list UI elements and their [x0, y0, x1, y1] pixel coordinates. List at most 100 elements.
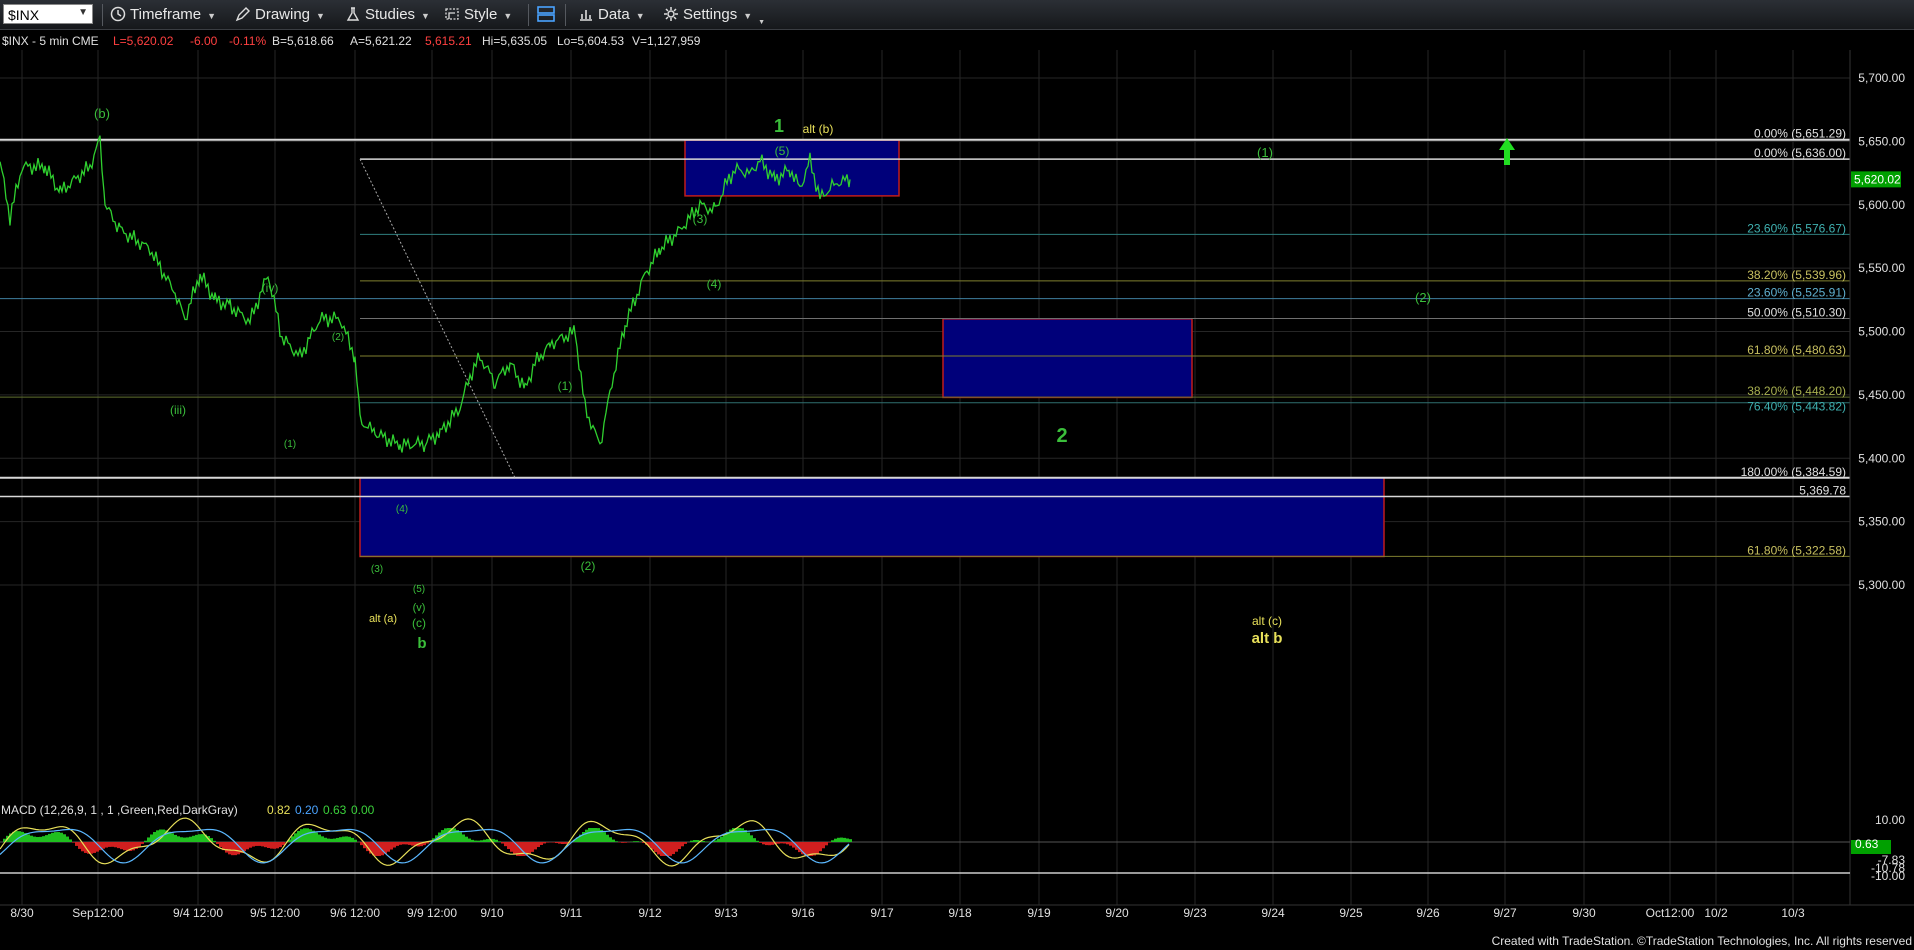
wave-label: (2) [1415, 290, 1431, 305]
macd-histogram-bar [261, 842, 264, 847]
ask-price: A=5,621.22 [350, 34, 412, 48]
fib-label: 0.00% (5,651.29) [1754, 127, 1846, 141]
macd-histogram-bar [546, 842, 549, 843]
macd-histogram-bar [276, 842, 279, 849]
macd-histogram-bar [183, 837, 186, 842]
macd-histogram-bar [336, 837, 339, 842]
fib-label: 0.00% (5,636.00) [1754, 146, 1846, 160]
drawing-button[interactable]: Drawing ▼ [235, 5, 325, 25]
style-label: Style [464, 6, 498, 23]
fib-label: 5,369.78 [1799, 484, 1846, 498]
macd-histogram-bar [399, 842, 402, 845]
macd-histogram-bar [636, 841, 639, 842]
macd-histogram-bar [582, 831, 585, 842]
macd-histogram-bar [669, 842, 672, 856]
data-button[interactable]: Data ▼ [578, 5, 645, 25]
macd-histogram-bar [36, 837, 39, 842]
macd-signal: 0.20 [295, 803, 319, 817]
macd-histogram-bar [189, 836, 192, 842]
toolbar-divider [565, 4, 566, 26]
macd-histogram-bar [390, 842, 393, 850]
macd-histogram-bar [225, 842, 228, 853]
macd-histogram-bar [147, 837, 150, 842]
macd-histogram-bar [69, 839, 72, 842]
macd-histogram-bar [543, 842, 546, 844]
macd-histogram-bar [486, 839, 489, 842]
macd-histogram-bar [558, 842, 561, 844]
macd-histogram-bar [789, 842, 792, 846]
macd-histogram-bar [270, 842, 273, 849]
macd-histogram-bar [402, 842, 405, 845]
wave-label: b [417, 635, 426, 652]
wave-label: (c) [412, 616, 426, 630]
macd-axis-label: 10.00 [1875, 813, 1905, 827]
macd-histogram-bar [213, 840, 216, 842]
studies-button[interactable]: Studies ▼ [345, 5, 430, 25]
high-price: Hi=5,635.05 [482, 34, 547, 48]
macd-histogram-bar [750, 835, 753, 842]
macd-histogram-bar [324, 837, 327, 842]
style-button[interactable]: Style ▼ [444, 5, 512, 25]
macd-histogram-bar [831, 840, 834, 842]
macd-histogram-bar [102, 842, 105, 849]
macd-histogram-bar [237, 842, 240, 855]
time-tick-label: 9/24 [1261, 906, 1285, 920]
time-tick-label: 10/2 [1704, 906, 1728, 920]
low-price: Lo=5,604.53 [557, 34, 624, 48]
macd-histogram-bar [198, 834, 201, 842]
macd-histogram-bar [387, 842, 390, 852]
settings-button[interactable]: Settings ▼ ▼ [663, 5, 765, 26]
macd-histogram-bar [510, 842, 513, 852]
macd-histogram-bar [834, 838, 837, 842]
macd-histogram-bar [702, 841, 705, 842]
price-chart[interactable]: $INX - 5 min CME L=5,620.02 -6.00 -0.11%… [0, 30, 1914, 950]
layout-button[interactable] [536, 5, 560, 25]
macd-histogram-bar [216, 842, 219, 844]
fib-label: 38.20% (5,539.96) [1747, 268, 1846, 282]
macd-histogram-bar [246, 842, 249, 850]
macd-histogram-bar [621, 842, 624, 843]
fib-label: 61.80% (5,322.58) [1747, 543, 1846, 557]
macd-histogram: 0.63 [323, 803, 347, 817]
time-tick-label: 9/12 [638, 906, 662, 920]
chevron-down-icon: ▼ [421, 11, 430, 21]
macd-histogram-bar [594, 828, 597, 842]
macd-histogram-bar [693, 840, 696, 842]
macd-histogram-bar [255, 842, 258, 846]
time-tick-label: 9/26 [1416, 906, 1440, 920]
macd-histogram-bar [51, 832, 54, 842]
wave-label: (iii) [170, 403, 186, 417]
macd-histogram-bar [540, 842, 543, 845]
macd-histogram-bar [828, 842, 831, 843]
macd-histogram-bar [315, 832, 318, 842]
macd-label: MACD (12,26,9, 1 , 1 ,Green,Red,DarkGray… [1, 803, 238, 817]
macd-histogram-bar [108, 842, 111, 847]
wave-label: 1 [774, 116, 784, 136]
macd-histogram-bar [39, 836, 42, 842]
fib-label: 38.20% (5,448.20) [1747, 384, 1846, 398]
macd-histogram-bar [531, 842, 534, 852]
macd-histogram-bar [822, 842, 825, 849]
macd-histogram-bar [786, 842, 789, 845]
percent-change: -0.11% [229, 34, 266, 48]
target-box-wave2 [942, 318, 1193, 399]
macd-histogram-bar [408, 842, 411, 845]
price-tick-label: 5,650.00 [1858, 134, 1905, 148]
macd-histogram-bar [141, 842, 144, 844]
price-tick-label: 5,700.00 [1858, 71, 1905, 85]
macd-histogram-bar [819, 842, 822, 852]
macd-histogram-bar [597, 828, 600, 842]
symbol-selector[interactable]: $INX ▼ [3, 4, 93, 24]
macd-histogram-bar [672, 842, 675, 855]
macd-histogram-bar [150, 834, 153, 842]
timeframe-button[interactable]: Timeframe ▼ [110, 5, 216, 25]
macd-histogram-bar [447, 828, 450, 842]
settings-label: Settings [683, 6, 738, 23]
macd-histogram-bar [507, 842, 510, 850]
macd-histogram-bar [138, 842, 141, 847]
time-tick-label: 8/30 [10, 906, 34, 920]
macd-histogram-bar [90, 842, 93, 854]
macd-histogram-bar [588, 828, 591, 842]
price-change: -6.00 [190, 34, 218, 48]
macd-histogram-bar [63, 834, 66, 842]
